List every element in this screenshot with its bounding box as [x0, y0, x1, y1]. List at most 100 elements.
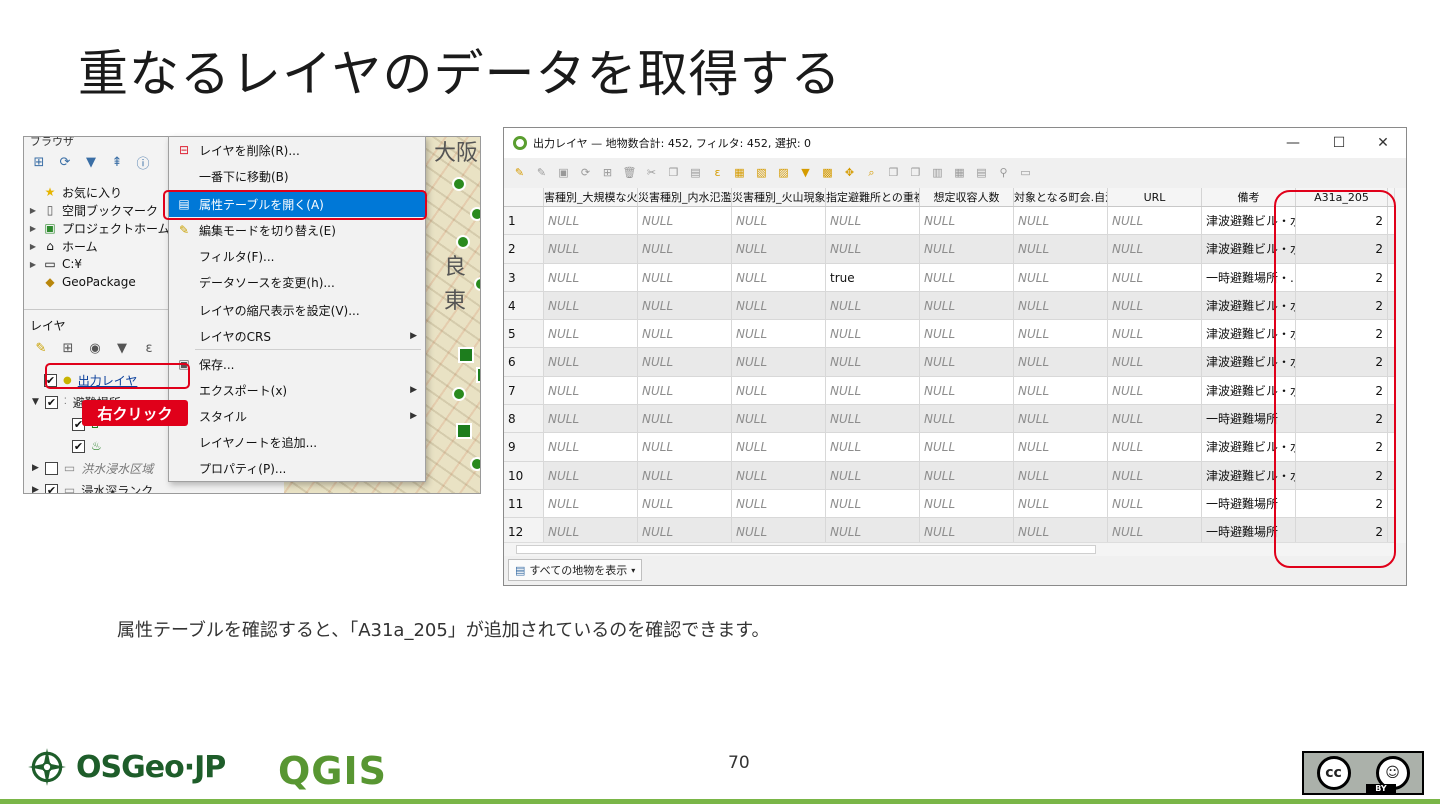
- deselect-icon[interactable]: ▨: [776, 165, 791, 180]
- collapse-arrow-icon[interactable]: ▼: [32, 397, 39, 407]
- table-cell[interactable]: NULL: [826, 291, 920, 320]
- layer-checkbox[interactable]: ✔: [44, 483, 58, 493]
- row-number[interactable]: 3: [504, 263, 544, 291]
- close-button[interactable]: ✕: [1360, 128, 1406, 158]
- new-field-icon[interactable]: ▦: [952, 165, 967, 180]
- table-cell[interactable]: NULL: [920, 348, 1014, 376]
- row-number[interactable]: 5: [504, 320, 544, 348]
- table-cell[interactable]: NULL: [1108, 291, 1202, 320]
- table-row[interactable]: 3 NULL NULL NULL true NULL NULL NULL 一時避難場所・... 2: [504, 263, 1394, 292]
- table-cell[interactable]: NULL: [732, 235, 826, 263]
- table-cell[interactable]: NULL: [1108, 405, 1202, 433]
- table-cell[interactable]: NULL: [920, 433, 1014, 461]
- table-cell[interactable]: NULL: [920, 489, 1014, 518]
- legend-checkbox[interactable]: ✔: [72, 439, 85, 453]
- table-cell[interactable]: NULL: [1014, 207, 1108, 235]
- toggle-edit-icon[interactable]: ✎: [512, 165, 527, 180]
- expression-select-icon[interactable]: ε: [710, 165, 725, 180]
- visibility-icon[interactable]: ◉: [86, 339, 104, 357]
- pan-to-selection-icon[interactable]: ✥: [842, 165, 857, 180]
- copy-rows-icon[interactable]: ❐: [886, 165, 901, 180]
- expand-arrow-icon[interactable]: ▶: [32, 463, 39, 473]
- add-feature-icon[interactable]: ⊞: [600, 165, 615, 180]
- table-cell[interactable]: NULL: [638, 405, 732, 433]
- column-header[interactable]: 指定避難所との重複: [826, 188, 920, 206]
- table-cell[interactable]: NULL: [1014, 376, 1108, 405]
- menu-item-scale-visibility[interactable]: レイヤの縮尺表示を設定(V)...: [169, 297, 425, 323]
- row-number[interactable]: 11: [504, 489, 544, 518]
- row-number-header[interactable]: [504, 188, 544, 206]
- style-icon[interactable]: ✎: [32, 339, 50, 357]
- row-number[interactable]: 10: [504, 461, 544, 489]
- table-cell[interactable]: NULL: [638, 376, 732, 405]
- menu-item-add-layer-note[interactable]: レイヤノートを追加...: [169, 429, 425, 455]
- filter-icon[interactable]: ▼: [82, 153, 100, 171]
- table-cell[interactable]: NULL: [638, 489, 732, 518]
- cut-icon[interactable]: ✂: [644, 165, 659, 180]
- table-cell[interactable]: NULL: [544, 405, 638, 433]
- table-cell[interactable]: NULL: [544, 320, 638, 348]
- filter-select-icon[interactable]: ▼: [798, 165, 813, 180]
- table-cell[interactable]: NULL: [544, 207, 638, 235]
- table-cell[interactable]: NULL: [544, 291, 638, 320]
- table-cell[interactable]: NULL: [638, 433, 732, 461]
- table-cell[interactable]: NULL: [732, 263, 826, 291]
- table-cell[interactable]: NULL: [826, 207, 920, 235]
- dock-icon[interactable]: ▭: [1018, 165, 1033, 180]
- copy-icon[interactable]: ❐: [666, 165, 681, 180]
- horizontal-scrollbar[interactable]: [504, 542, 1394, 556]
- field-calculator-icon[interactable]: ▤: [974, 165, 989, 180]
- table-cell[interactable]: NULL: [826, 235, 920, 263]
- row-number[interactable]: 7: [504, 376, 544, 405]
- table-cell[interactable]: NULL: [1108, 461, 1202, 489]
- column-header[interactable]: 災害種別_内水氾濫: [638, 188, 732, 206]
- table-row[interactable]: 9NULLNULLNULLNULLNULLNULLNULL津波避難ビル・水...…: [504, 433, 1394, 462]
- table-cell[interactable]: NULL: [732, 433, 826, 461]
- paste-icon[interactable]: ▤: [688, 165, 703, 180]
- menu-item-save[interactable]: ▣ 保存...: [169, 351, 425, 377]
- table-cell[interactable]: NULL: [826, 320, 920, 348]
- table-cell[interactable]: NULL: [1108, 207, 1202, 235]
- show-all-features-button[interactable]: ▤ すべての地物を表示 ▾: [508, 559, 643, 581]
- table-cell[interactable]: NULL: [544, 461, 638, 489]
- column-header[interactable]: URL: [1108, 188, 1202, 206]
- table-cell[interactable]: NULL: [732, 461, 826, 489]
- table-cell[interactable]: NULL: [1108, 235, 1202, 263]
- table-cell[interactable]: NULL: [544, 348, 638, 376]
- table-cell[interactable]: NULL: [1108, 489, 1202, 518]
- table-cell[interactable]: NULL: [544, 489, 638, 518]
- table-cell[interactable]: NULL: [920, 320, 1014, 348]
- table-row[interactable]: 8 NULL NULL NULL NULL NULL NULL NULL 一時避難場所 2: [504, 405, 1394, 434]
- maximize-button[interactable]: ☐: [1316, 128, 1362, 158]
- table-cell[interactable]: NULL: [638, 291, 732, 320]
- row-number[interactable]: 9: [504, 433, 544, 461]
- table-cell[interactable]: NULL: [826, 433, 920, 461]
- table-cell[interactable]: NULL: [544, 433, 638, 461]
- delete-feature-icon[interactable]: 🗑: [622, 165, 637, 180]
- table-cell[interactable]: NULL: [1108, 263, 1202, 291]
- table-cell[interactable]: NULL: [920, 235, 1014, 263]
- table-cell[interactable]: NULL: [1108, 320, 1202, 348]
- scroll-thumb[interactable]: [516, 545, 1096, 554]
- table-cell[interactable]: NULL: [1014, 405, 1108, 433]
- info-icon[interactable]: ⓘ: [134, 153, 152, 172]
- table-cell[interactable]: NULL: [638, 320, 732, 348]
- refresh-icon[interactable]: ⟳: [56, 153, 74, 171]
- expand-arrow-icon[interactable]: ▶: [28, 224, 38, 233]
- table-row[interactable]: 5NULLNULLNULLNULLNULLNULLNULL津波避難ビル・水...…: [504, 320, 1394, 349]
- table-cell[interactable]: NULL: [1014, 235, 1108, 263]
- table-cell[interactable]: NULL: [638, 461, 732, 489]
- table-row[interactable]: 2NULLNULLNULLNULLNULLNULLNULL津波避難ビル・水...…: [504, 235, 1394, 264]
- column-header[interactable]: 害種別_大規模な火: [544, 188, 638, 206]
- table-cell[interactable]: NULL: [1108, 348, 1202, 376]
- table-cell[interactable]: true: [826, 263, 920, 291]
- table-cell[interactable]: NULL: [1014, 320, 1108, 348]
- paste-rows-icon[interactable]: ❐: [908, 165, 923, 180]
- table-cell[interactable]: NULL: [920, 376, 1014, 405]
- table-cell[interactable]: NULL: [638, 207, 732, 235]
- row-number[interactable]: 6: [504, 348, 544, 376]
- conditional-format-icon[interactable]: ⚲: [996, 165, 1011, 180]
- menu-item-move-bottom[interactable]: 一番下に移動(B): [169, 163, 425, 189]
- menu-item-change-datasource[interactable]: データソースを変更(h)...: [169, 269, 425, 295]
- table-cell[interactable]: NULL: [920, 291, 1014, 320]
